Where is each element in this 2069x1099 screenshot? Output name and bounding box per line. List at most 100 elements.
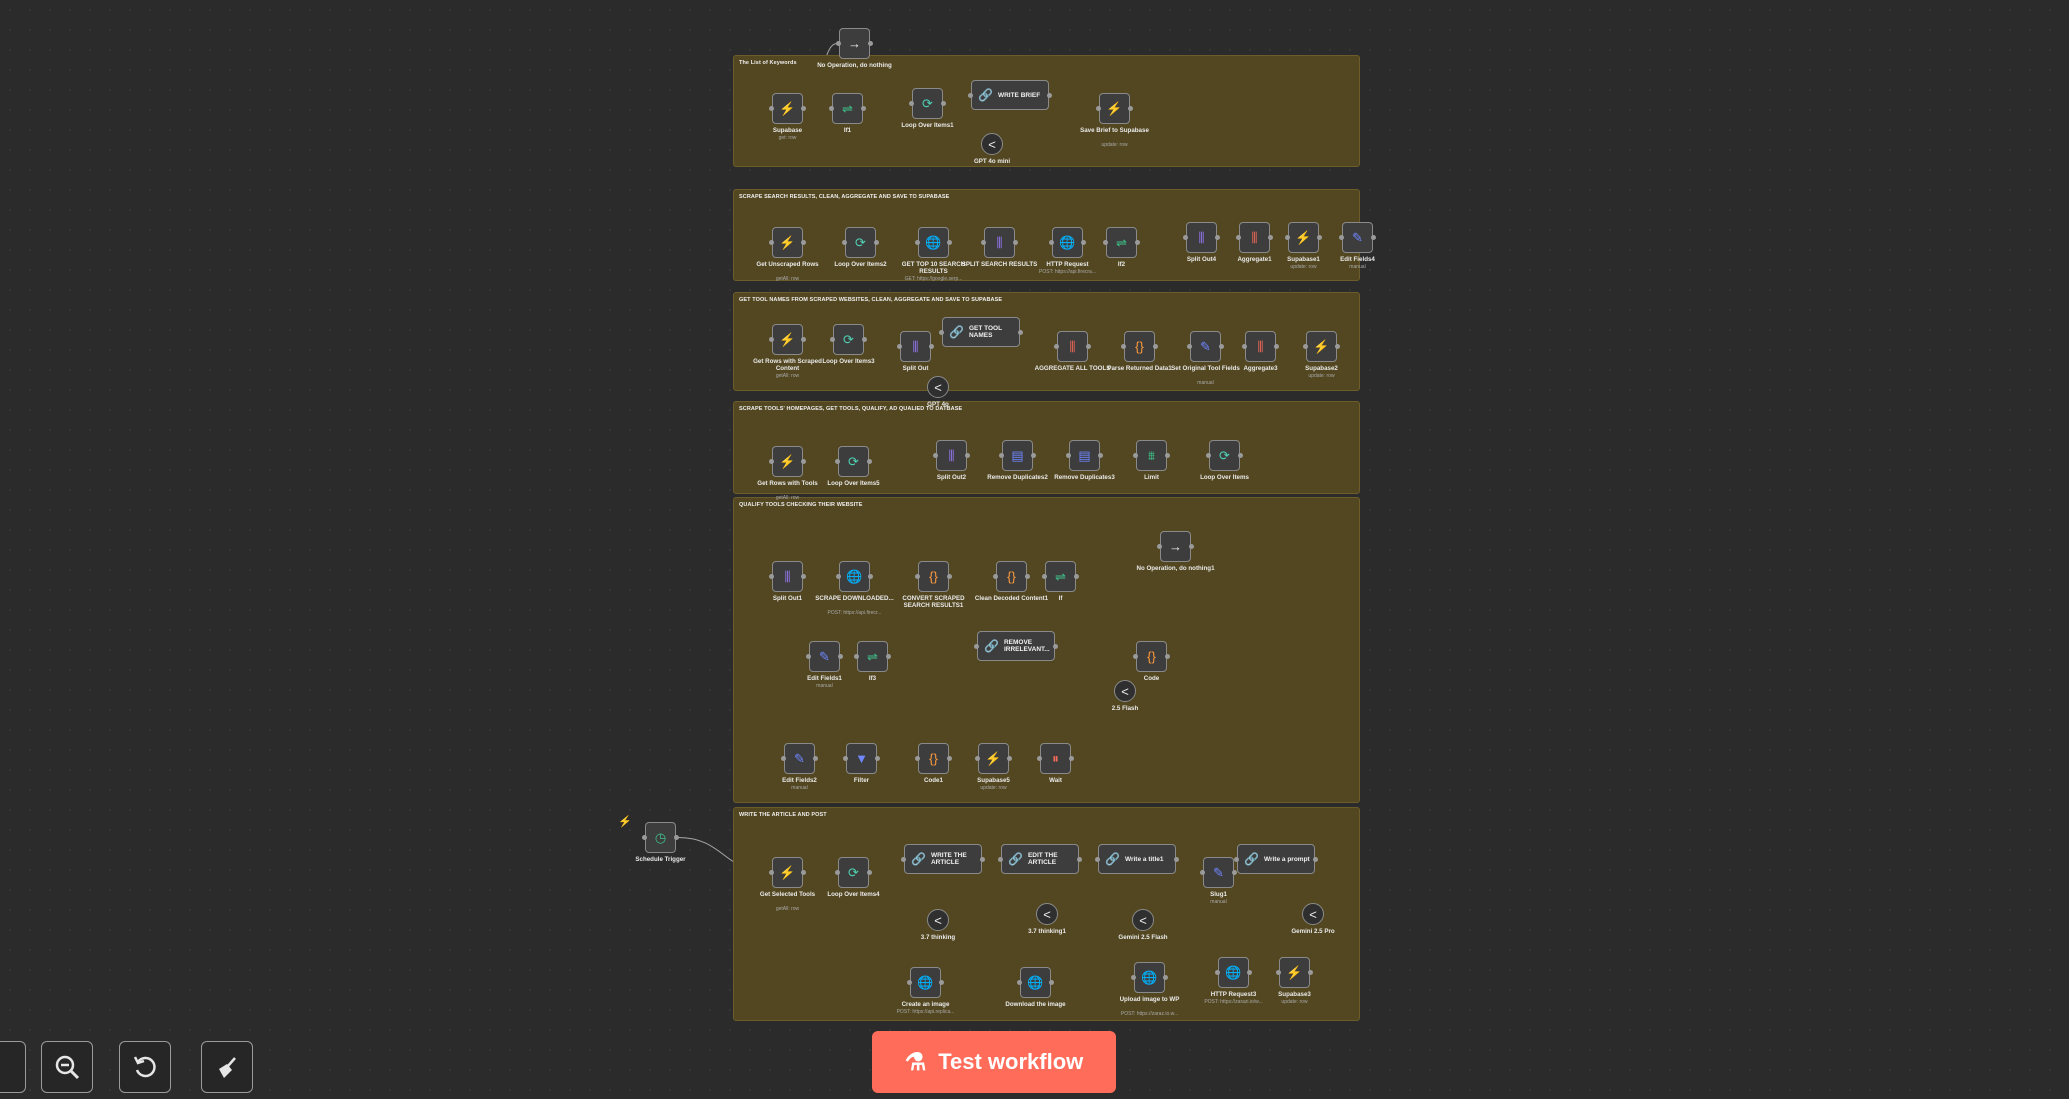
workflow-node[interactable]: ⇌ bbox=[832, 93, 863, 124]
input-port[interactable] bbox=[1200, 870, 1205, 875]
input-port[interactable] bbox=[769, 870, 774, 875]
workflow-node[interactable]: ▼ bbox=[846, 743, 877, 774]
input-port[interactable] bbox=[915, 756, 920, 761]
workflow-node[interactable]: < bbox=[927, 909, 949, 931]
output-port[interactable] bbox=[674, 835, 679, 840]
output-port[interactable] bbox=[801, 240, 806, 245]
input-port[interactable] bbox=[829, 106, 834, 111]
output-port[interactable] bbox=[1165, 453, 1170, 458]
workflow-node[interactable]: 🔗 Write a prompt bbox=[1237, 844, 1315, 874]
output-port[interactable] bbox=[801, 574, 806, 579]
workflow-node[interactable]: ✎ bbox=[784, 743, 815, 774]
input-port[interactable] bbox=[836, 574, 841, 579]
workflow-node[interactable]: 🔗 REMOVE IRRELEVANT... bbox=[977, 631, 1055, 661]
output-port[interactable] bbox=[1371, 235, 1376, 240]
workflow-node[interactable]: ▤ bbox=[1002, 440, 1033, 471]
output-port[interactable] bbox=[1098, 453, 1103, 458]
input-port[interactable] bbox=[835, 459, 840, 464]
output-port[interactable] bbox=[1031, 453, 1036, 458]
workflow-node[interactable]: ⟳ bbox=[838, 446, 869, 477]
input-port[interactable] bbox=[968, 92, 973, 98]
output-port[interactable] bbox=[941, 101, 946, 106]
input-port[interactable] bbox=[999, 453, 1004, 458]
output-port[interactable] bbox=[1135, 240, 1140, 245]
output-port[interactable] bbox=[801, 337, 806, 342]
workflow-node[interactable]: ⫼ bbox=[1186, 222, 1217, 253]
input-port[interactable] bbox=[1215, 970, 1220, 975]
input-port[interactable] bbox=[1121, 344, 1126, 349]
input-port[interactable] bbox=[1183, 235, 1188, 240]
workflow-node[interactable]: ⇌ bbox=[857, 641, 888, 672]
workflow-node[interactable]: ⫼ bbox=[984, 227, 1015, 258]
workflow-node[interactable]: ⟳ bbox=[845, 227, 876, 258]
input-port[interactable] bbox=[974, 643, 979, 649]
input-port[interactable] bbox=[1157, 544, 1162, 549]
workflow-node[interactable]: 🌐 bbox=[839, 561, 870, 592]
output-port[interactable] bbox=[1081, 240, 1086, 245]
workflow-node[interactable]: {} bbox=[1124, 331, 1155, 362]
input-port[interactable] bbox=[1049, 240, 1054, 245]
output-port[interactable] bbox=[929, 344, 934, 349]
workflow-node[interactable]: ✎ bbox=[1342, 222, 1373, 253]
workflow-node[interactable]: {} bbox=[1136, 641, 1167, 672]
input-port[interactable] bbox=[642, 835, 647, 840]
workflow-node[interactable]: < bbox=[927, 376, 949, 398]
workflow-node[interactable]: 🔗 GET TOOL NAMES bbox=[942, 317, 1020, 347]
workflow-node[interactable]: 🌐 bbox=[1134, 962, 1165, 993]
input-port[interactable] bbox=[830, 337, 835, 342]
workflow-node[interactable]: ⚡ bbox=[978, 743, 1009, 774]
input-port[interactable] bbox=[1066, 453, 1071, 458]
output-port[interactable] bbox=[947, 240, 952, 245]
input-port[interactable] bbox=[1206, 453, 1211, 458]
test-workflow-button[interactable]: ⚗ Test workflow bbox=[872, 1031, 1116, 1093]
input-port[interactable] bbox=[1042, 574, 1047, 579]
zoom-out-button[interactable] bbox=[41, 1041, 93, 1093]
sticky-note-group[interactable]: The List of Keywords bbox=[733, 55, 1360, 167]
output-port[interactable] bbox=[1018, 329, 1023, 335]
workflow-node[interactable]: ⫼ bbox=[900, 331, 931, 362]
input-port[interactable] bbox=[1103, 240, 1108, 245]
workflow-node[interactable]: ⫼ bbox=[1239, 222, 1270, 253]
input-port[interactable] bbox=[1236, 235, 1241, 240]
input-port[interactable] bbox=[769, 106, 774, 111]
output-port[interactable] bbox=[801, 106, 806, 111]
workflow-node[interactable]: 🌐 bbox=[1052, 227, 1083, 258]
output-port[interactable] bbox=[1077, 856, 1082, 862]
output-port[interactable] bbox=[965, 453, 970, 458]
tidy-up-button[interactable] bbox=[201, 1041, 253, 1093]
workflow-node[interactable]: < bbox=[1132, 909, 1154, 931]
output-port[interactable] bbox=[1053, 643, 1058, 649]
workflow-node[interactable]: < bbox=[1302, 903, 1324, 925]
output-port[interactable] bbox=[1013, 240, 1018, 245]
workflow-node[interactable]: ⚡ bbox=[772, 93, 803, 124]
workflow-node[interactable]: 🌐 bbox=[1020, 967, 1051, 998]
input-port[interactable] bbox=[769, 240, 774, 245]
output-port[interactable] bbox=[868, 41, 873, 46]
input-port[interactable] bbox=[842, 240, 847, 245]
workflow-node[interactable]: ⚡ bbox=[1306, 331, 1337, 362]
output-port[interactable] bbox=[868, 574, 873, 579]
workflow-node[interactable]: ⟳ bbox=[1209, 440, 1240, 471]
output-port[interactable] bbox=[1268, 235, 1273, 240]
output-port[interactable] bbox=[1274, 344, 1279, 349]
workflow-node[interactable]: → bbox=[1160, 531, 1191, 562]
input-port[interactable] bbox=[1285, 235, 1290, 240]
workflow-node[interactable]: ⫼ bbox=[1057, 331, 1088, 362]
output-port[interactable] bbox=[1153, 344, 1158, 349]
output-port[interactable] bbox=[1238, 453, 1243, 458]
workflow-canvas[interactable]: The List of Keywords SCRAPE SEARCH RESULT… bbox=[0, 0, 2069, 1099]
workflow-node[interactable]: ⟳ bbox=[912, 88, 943, 119]
workflow-node[interactable]: ⟳ bbox=[838, 857, 869, 888]
output-port[interactable] bbox=[1317, 235, 1322, 240]
input-port[interactable] bbox=[1133, 654, 1138, 659]
input-port[interactable] bbox=[1131, 975, 1136, 980]
zoom-in-button[interactable] bbox=[0, 1041, 26, 1093]
input-port[interactable] bbox=[843, 756, 848, 761]
output-port[interactable] bbox=[1025, 574, 1030, 579]
workflow-node[interactable]: 🔗 WRITE BRIEF bbox=[971, 80, 1049, 110]
workflow-node[interactable]: {} bbox=[918, 743, 949, 774]
input-port[interactable] bbox=[1054, 344, 1059, 349]
workflow-node[interactable]: 🔗 EDIT THE ARTICLE bbox=[1001, 844, 1079, 874]
input-port[interactable] bbox=[1276, 970, 1281, 975]
input-port[interactable] bbox=[981, 240, 986, 245]
